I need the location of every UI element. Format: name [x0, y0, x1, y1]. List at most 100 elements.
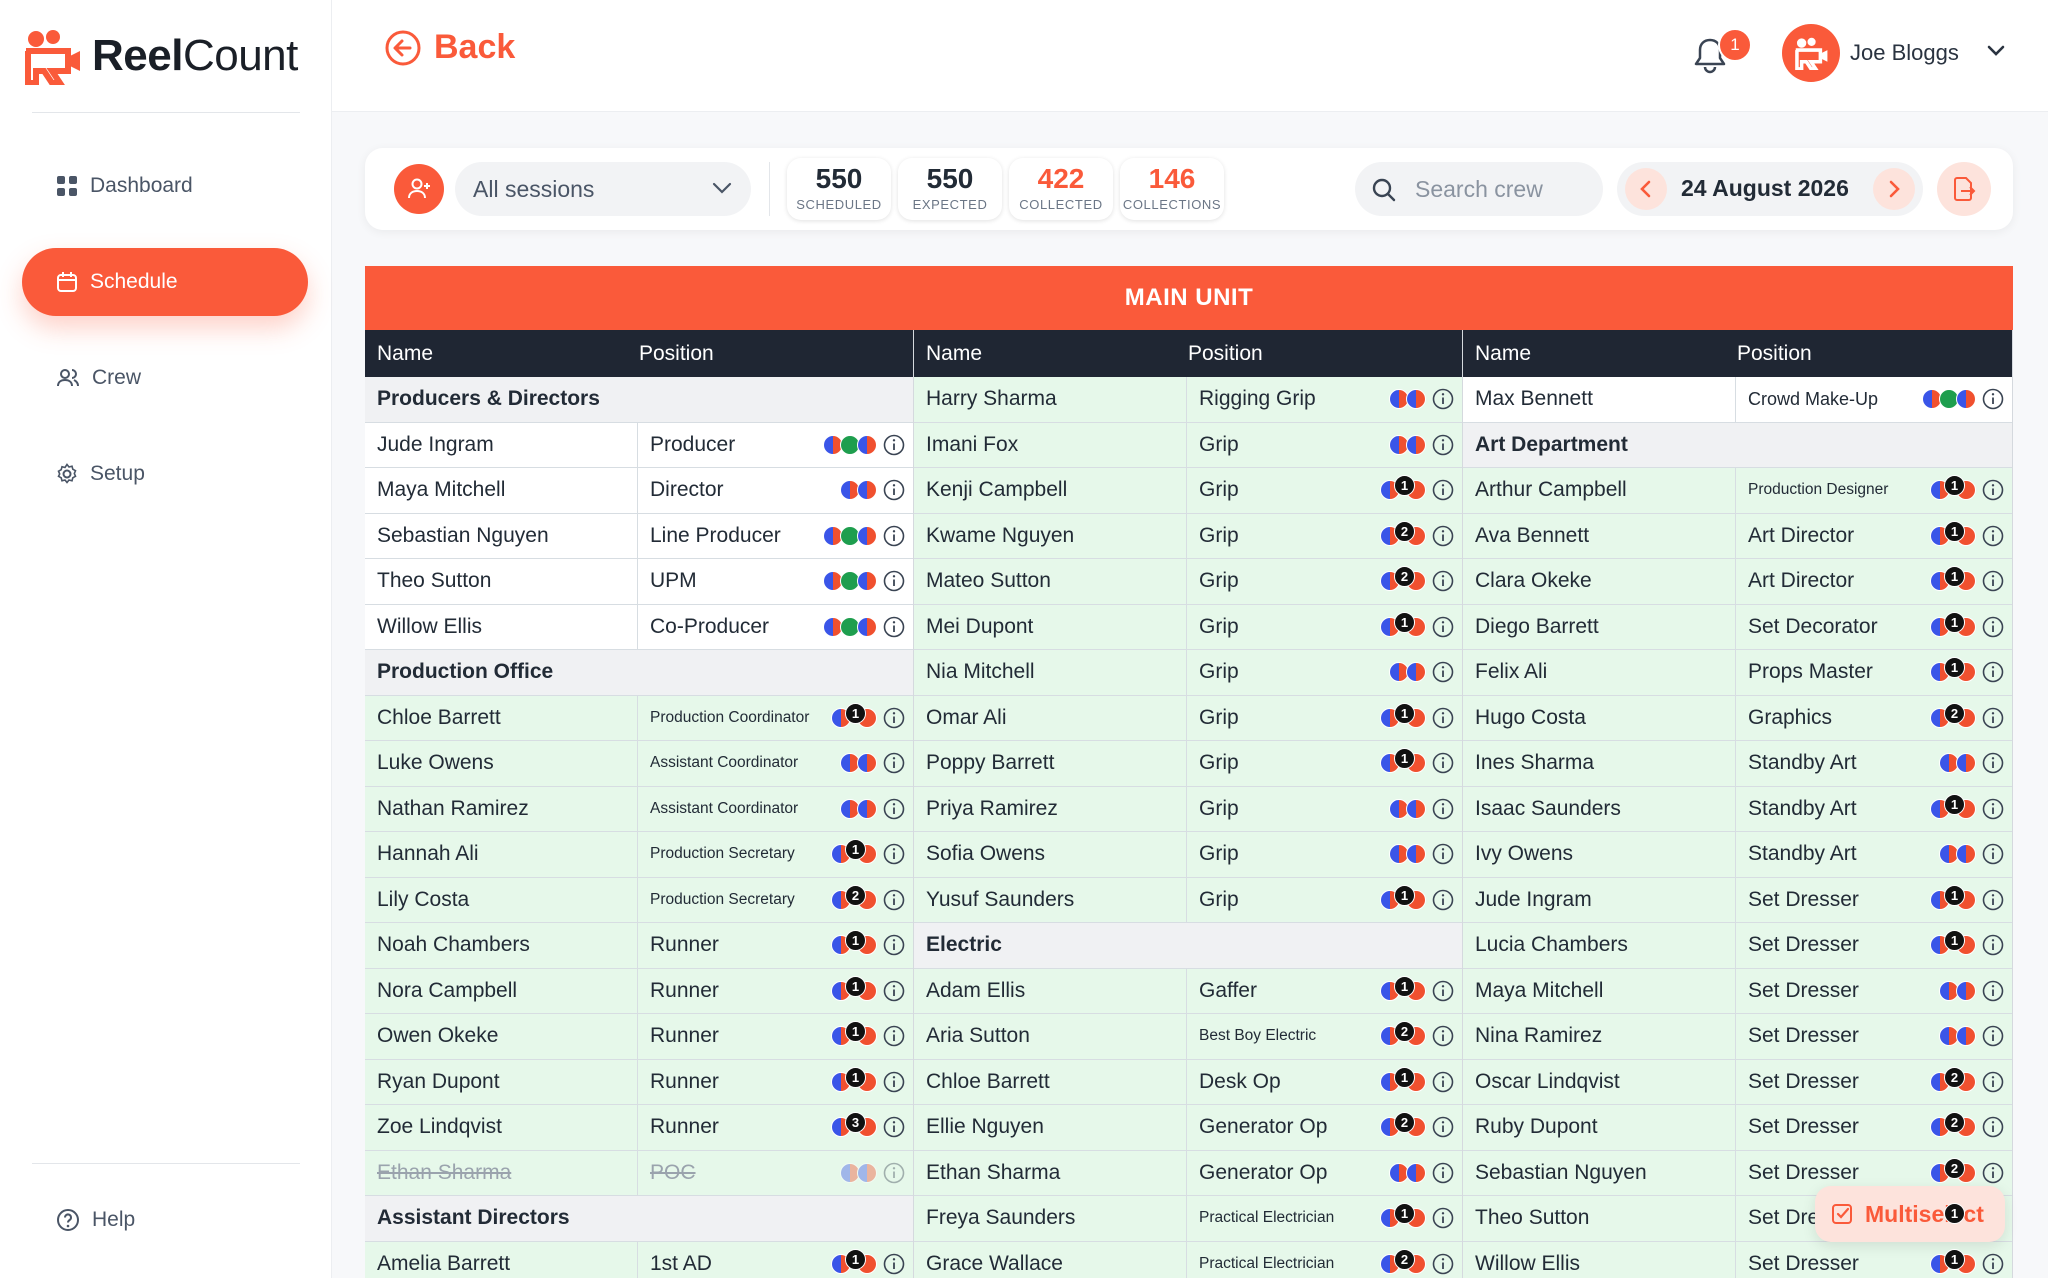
crew-row[interactable]: Harry Sharma Rigging Grip	[914, 377, 1462, 423]
next-date-button[interactable]	[1873, 168, 1915, 210]
crew-row[interactable]: Nora Campbell Runner 1	[365, 968, 913, 1014]
info-icon[interactable]	[883, 843, 905, 865]
info-icon[interactable]	[1982, 752, 2004, 774]
info-icon[interactable]	[1982, 843, 2004, 865]
info-icon[interactable]	[1432, 889, 1454, 911]
status-indicators[interactable]: 1	[1930, 520, 2004, 547]
nav-setup[interactable]: Setup	[22, 440, 308, 508]
crew-row[interactable]: Kenji Campbell Grip 1	[914, 468, 1462, 514]
crew-row[interactable]: Sebastian Nguyen Line Producer	[365, 513, 913, 559]
info-icon[interactable]	[1432, 616, 1454, 638]
status-indicators[interactable]	[823, 616, 905, 638]
info-icon[interactable]	[1432, 1025, 1454, 1047]
info-icon[interactable]	[883, 616, 905, 638]
info-icon[interactable]	[1982, 1025, 2004, 1047]
info-icon[interactable]	[1432, 843, 1454, 865]
crew-row[interactable]: Felix Ali Props Master 1	[1463, 650, 2012, 696]
multiselect-button[interactable]: Multiselect	[1815, 1186, 2005, 1242]
crew-row[interactable]: Ethan Sharma POC	[365, 1150, 913, 1196]
info-icon[interactable]	[1432, 434, 1454, 456]
status-indicators[interactable]: 1	[1930, 657, 2004, 683]
status-indicators[interactable]	[1922, 388, 2004, 410]
info-icon[interactable]	[883, 1116, 905, 1138]
status-indicators[interactable]: 1	[831, 839, 905, 865]
crew-row[interactable]: Willow Ellis Co-Producer	[365, 604, 913, 650]
crew-row[interactable]: Oscar Lindqvist Set Dresser 2	[1463, 1059, 2012, 1105]
info-icon[interactable]	[1982, 798, 2004, 820]
info-icon[interactable]	[1982, 525, 2004, 547]
info-icon[interactable]	[1432, 388, 1454, 410]
info-icon[interactable]	[1432, 525, 1454, 547]
crew-row[interactable]: Jude Ingram Set Dresser 1	[1463, 877, 2012, 923]
status-indicators[interactable]: 1	[1930, 1248, 2004, 1275]
status-indicators[interactable]: 2	[1930, 1066, 2004, 1093]
crew-row[interactable]: Ruby Dupont Set Dresser 2	[1463, 1105, 2012, 1151]
crew-row[interactable]: Imani Fox Grip	[914, 422, 1462, 468]
status-indicators[interactable]: 1	[831, 1066, 905, 1093]
crew-row[interactable]: Owen Okeke Runner 1	[365, 1014, 913, 1060]
add-crew-button[interactable]	[394, 164, 444, 214]
nav-crew[interactable]: Crew	[22, 344, 308, 412]
info-icon[interactable]	[1982, 1116, 2004, 1138]
crew-row[interactable]: Theo Sutton UPM	[365, 559, 913, 605]
crew-row[interactable]: Amelia Barrett 1st AD 1	[365, 1241, 913, 1278]
status-indicators[interactable]: 2	[1380, 566, 1454, 592]
info-icon[interactable]	[883, 707, 905, 729]
status-indicators[interactable]: 1	[831, 702, 905, 729]
status-indicators[interactable]	[1389, 661, 1454, 683]
crew-row[interactable]: Zoe Lindqvist Runner 3	[365, 1105, 913, 1151]
reelcount-logo[interactable]: ReelCount	[22, 26, 298, 86]
nav-schedule[interactable]: Schedule	[22, 248, 308, 316]
status-indicators[interactable]: 1	[831, 1021, 905, 1047]
info-icon[interactable]	[1982, 616, 2004, 638]
status-indicators[interactable]	[1389, 798, 1454, 820]
search-crew-input[interactable]: Search crew	[1355, 162, 1603, 216]
nav-help[interactable]: Help	[22, 1186, 308, 1254]
crew-row[interactable]: Ellie Nguyen Generator Op 2	[914, 1105, 1462, 1151]
status-indicators[interactable]: 1	[1380, 1066, 1454, 1093]
info-icon[interactable]	[883, 798, 905, 820]
status-indicators[interactable]: 1	[1380, 975, 1454, 1002]
info-icon[interactable]	[1982, 661, 2004, 683]
crew-row[interactable]: Yusuf Saunders Grip 1	[914, 877, 1462, 923]
status-indicators[interactable]	[1389, 843, 1454, 865]
info-icon[interactable]	[1432, 1071, 1454, 1093]
crew-row[interactable]: Maya Mitchell Director	[365, 468, 913, 514]
info-icon[interactable]	[883, 525, 905, 547]
nav-dashboard[interactable]: Dashboard	[22, 152, 308, 220]
crew-row[interactable]: Hannah Ali Production Secretary 1	[365, 832, 913, 878]
crew-row[interactable]: Diego Barrett Set Decorator 1	[1463, 604, 2012, 650]
status-indicators[interactable]: 2	[1380, 1021, 1454, 1047]
info-icon[interactable]	[883, 1071, 905, 1093]
back-button[interactable]: Back	[384, 28, 515, 67]
crew-row[interactable]: Ryan Dupont Runner 1	[365, 1059, 913, 1105]
info-icon[interactable]	[883, 980, 905, 1002]
status-indicators[interactable]: 1	[1930, 884, 2004, 911]
status-indicators[interactable]	[823, 525, 905, 547]
info-icon[interactable]	[1982, 1071, 2004, 1093]
info-icon[interactable]	[1982, 934, 2004, 956]
info-icon[interactable]	[1982, 980, 2004, 1002]
status-indicators[interactable]	[840, 479, 905, 501]
info-icon[interactable]	[1432, 707, 1454, 729]
crew-row[interactable]: Isaac Saunders Standby Art 1	[1463, 786, 2012, 832]
status-indicators[interactable]: 1	[1380, 611, 1454, 638]
status-indicators[interactable]: 1	[1380, 702, 1454, 729]
info-icon[interactable]	[883, 1253, 905, 1275]
avatar[interactable]	[1782, 24, 1840, 82]
crew-row[interactable]: Noah Chambers Runner 1	[365, 923, 913, 969]
info-icon[interactable]	[1982, 707, 2004, 729]
user-name[interactable]: Joe Bloggs	[1850, 40, 1959, 66]
status-indicators[interactable]	[823, 434, 905, 456]
info-icon[interactable]	[1982, 388, 2004, 410]
crew-row[interactable]: Ivy Owens Standby Art	[1463, 832, 2012, 878]
crew-row[interactable]: Hugo Costa Graphics 2	[1463, 695, 2012, 741]
crew-row[interactable]: Ava Bennett Art Director 1	[1463, 513, 2012, 559]
info-icon[interactable]	[883, 1162, 905, 1184]
info-icon[interactable]	[1982, 479, 2004, 501]
status-indicators[interactable]	[1389, 434, 1454, 456]
crew-row[interactable]: Grace Wallace Practical Electrician 2	[914, 1241, 1462, 1278]
crew-row[interactable]: Mei Dupont Grip 1	[914, 604, 1462, 650]
status-indicators[interactable]	[840, 798, 905, 820]
status-indicators[interactable]: 2	[1380, 520, 1454, 547]
